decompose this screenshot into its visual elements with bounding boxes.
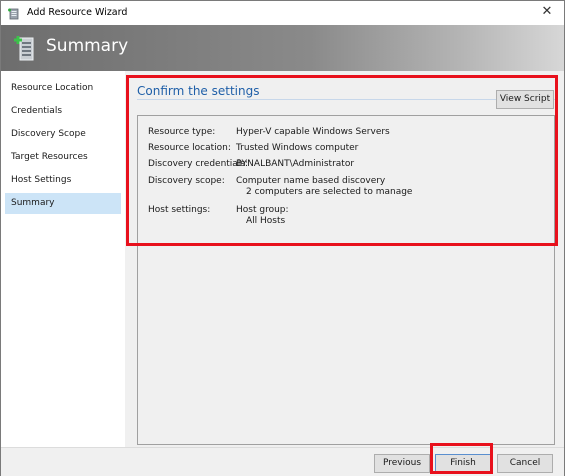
host-settings-value: Host group:: [236, 205, 289, 215]
wizard-steps-sidebar: Resource Location Credentials Discovery …: [1, 71, 126, 447]
confirm-heading: Confirm the settings: [137, 84, 260, 98]
wizard-footer: Previous Finish Cancel: [1, 447, 564, 476]
sidebar-item-resource-location[interactable]: Resource Location: [5, 78, 121, 99]
wizard-banner-icon: [12, 33, 38, 63]
heading-divider: [137, 99, 555, 100]
sidebar-item-summary[interactable]: Summary: [5, 193, 121, 214]
discovery-credentials-label: Discovery credentials:: [148, 159, 249, 169]
resource-location-value: Trusted Windows computer: [236, 143, 359, 153]
discovery-scope-detail: 2 computers are selected to manage: [246, 187, 413, 197]
sidebar-item-discovery-scope[interactable]: Discovery Scope: [5, 124, 121, 145]
sidebar-item-target-resources[interactable]: Target Resources: [5, 147, 121, 168]
host-settings-label: Host settings:: [148, 205, 211, 215]
title-bar: Add Resource Wizard ✕: [1, 1, 564, 25]
settings-summary-box: Resource type: Hyper-V capable Windows S…: [137, 115, 555, 445]
view-script-button[interactable]: View Script: [496, 90, 554, 109]
resource-type-value: Hyper-V capable Windows Servers: [236, 127, 390, 137]
cancel-button[interactable]: Cancel: [497, 454, 553, 473]
close-icon[interactable]: ✕: [538, 3, 556, 21]
finish-button[interactable]: Finish: [435, 454, 491, 473]
previous-button[interactable]: Previous: [374, 454, 430, 473]
host-settings-detail: All Hosts: [246, 216, 286, 226]
discovery-credentials-value: BYNALBANT\Administrator: [236, 159, 355, 169]
window-title: Add Resource Wizard: [27, 7, 128, 18]
summary-panel: Confirm the settings View Script Resourc…: [125, 71, 564, 447]
resource-type-label: Resource type:: [148, 127, 216, 137]
wizard-banner: Summary: [1, 25, 564, 71]
page-title: Summary: [46, 36, 129, 56]
discovery-scope-label: Discovery scope:: [148, 176, 225, 186]
sidebar-item-credentials[interactable]: Credentials: [5, 101, 121, 122]
wizard-window: Add Resource Wizard ✕ Summary Resource L…: [0, 0, 565, 476]
resource-location-label: Resource location:: [148, 143, 231, 153]
wizard-app-icon: [7, 6, 21, 20]
sidebar-item-host-settings[interactable]: Host Settings: [5, 170, 121, 191]
discovery-scope-value: Computer name based discovery: [236, 176, 386, 186]
